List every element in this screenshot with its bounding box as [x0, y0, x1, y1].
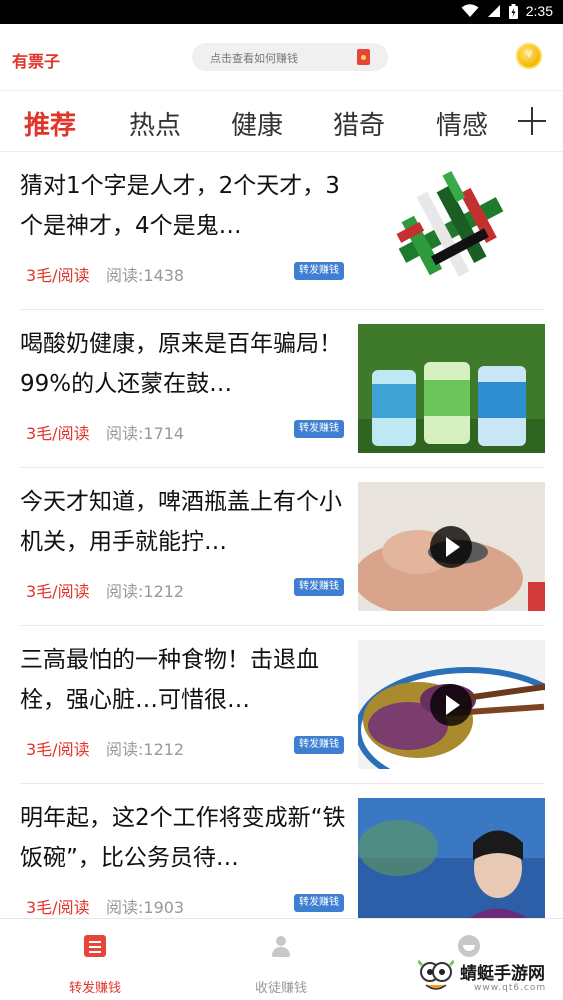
play-icon[interactable] [430, 684, 472, 726]
article-thumbnail[interactable] [358, 798, 545, 918]
app-header: 有票子 点击查看如何赚钱 ¥ [0, 24, 563, 90]
coin-symbol: ¥ [525, 49, 533, 60]
dragonfly-logo-icon [418, 959, 454, 990]
price-per-read: 3毛/阅读 [26, 266, 90, 285]
tab-emotion[interactable]: 情感 [436, 105, 488, 142]
tab-curious[interactable]: 猎奇 [333, 105, 385, 142]
watermark-url: www.qt6.com [474, 983, 547, 993]
article-title[interactable]: 喝酸奶健康，原来是百年骗局！99%的人还蒙在鼓… [20, 324, 350, 404]
price-per-read: 3毛/阅读 [26, 740, 90, 759]
watermark: 蜻蜓手游网 www.qt6.com [416, 955, 562, 999]
article-thumbnail[interactable] [358, 324, 545, 453]
article-title[interactable]: 明年起，这2个工作将变成新“铁饭碗”，比公务员待… [20, 798, 350, 878]
price-per-read: 3毛/阅读 [26, 424, 90, 443]
read-count: 阅读:1212 [106, 740, 185, 759]
read-count: 阅读:1714 [106, 424, 185, 443]
plus-icon[interactable] [516, 105, 548, 137]
search-bar[interactable]: 点击查看如何赚钱 [192, 43, 388, 71]
list-item[interactable]: 明年起，这2个工作将变成新“铁饭碗”，比公务员待… 3毛/阅读 阅读:1903 … [0, 784, 563, 918]
coin-icon[interactable]: ¥ [516, 43, 542, 69]
red-envelope-icon [357, 49, 370, 65]
status-icons: 2:35 [461, 3, 553, 19]
app-brand: 有票子 [12, 52, 61, 71]
battery-icon [508, 3, 518, 19]
tab-recommend[interactable]: 推荐 [24, 105, 76, 142]
article-thumbnail[interactable] [358, 482, 545, 611]
news-icon [84, 935, 106, 957]
watermark-text: 蜻蜓手游网 [460, 964, 545, 984]
nav-label: 收徒赚钱 [254, 981, 307, 996]
share-earn-button[interactable]: 转发赚钱 [294, 894, 344, 912]
list-item[interactable]: 三高最怕的一种食物！击退血栓，强心脏…可惜很… 3毛/阅读 阅读:1212 转发… [0, 626, 563, 784]
price-per-read: 3毛/阅读 [26, 898, 90, 917]
wifi-icon [461, 4, 479, 17]
profile-icon [458, 935, 480, 957]
play-icon[interactable] [430, 526, 472, 568]
article-thumbnail[interactable] [358, 166, 545, 295]
read-count: 阅读:1212 [106, 582, 185, 601]
list-item[interactable]: 喝酸奶健康，原来是百年骗局！99%的人还蒙在鼓… 3毛/阅读 阅读:1714 转… [0, 310, 563, 468]
share-earn-button[interactable]: 转发赚钱 [294, 578, 344, 596]
article-title[interactable]: 今天才知道，啤酒瓶盖上有个小机关，用手就能拧… [20, 482, 350, 562]
nav-share-earn[interactable]: 转发赚钱 [30, 919, 160, 1000]
tab-health[interactable]: 健康 [231, 105, 283, 142]
share-earn-button[interactable]: 转发赚钱 [294, 420, 344, 438]
list-item[interactable]: 今天才知道，啤酒瓶盖上有个小机关，用手就能拧… 3毛/阅读 阅读:1212 转发… [0, 468, 563, 626]
status-bar: 2:35 [0, 0, 563, 24]
price-per-read: 3毛/阅读 [26, 582, 90, 601]
signal-icon [487, 5, 500, 17]
user-icon [270, 935, 292, 957]
article-title[interactable]: 猜对1个字是人才，2个天才，3个是神才，4个是鬼… [20, 166, 350, 246]
read-count: 阅读:1903 [106, 898, 185, 917]
read-count: 阅读:1438 [106, 266, 185, 285]
category-tabs: 推荐 热点 健康 猎奇 情感 [0, 90, 563, 152]
article-feed: 猜对1个字是人才，2个天才，3个是神才，4个是鬼… 3毛/阅读 阅读:1438 … [0, 152, 563, 918]
nav-recruit-earn[interactable]: 收徒赚钱 [216, 919, 346, 1000]
list-item[interactable]: 猜对1个字是人才，2个天才，3个是神才，4个是鬼… 3毛/阅读 阅读:1438 … [0, 152, 563, 310]
share-earn-button[interactable]: 转发赚钱 [294, 262, 344, 280]
article-thumbnail[interactable] [358, 640, 545, 769]
search-placeholder: 点击查看如何赚钱 [210, 52, 298, 65]
share-earn-button[interactable]: 转发赚钱 [294, 736, 344, 754]
article-title[interactable]: 三高最怕的一种食物！击退血栓，强心脏…可惜很… [20, 640, 350, 720]
nav-label: 转发赚钱 [68, 981, 121, 996]
clock: 2:35 [525, 3, 553, 19]
tab-hot[interactable]: 热点 [129, 105, 181, 142]
